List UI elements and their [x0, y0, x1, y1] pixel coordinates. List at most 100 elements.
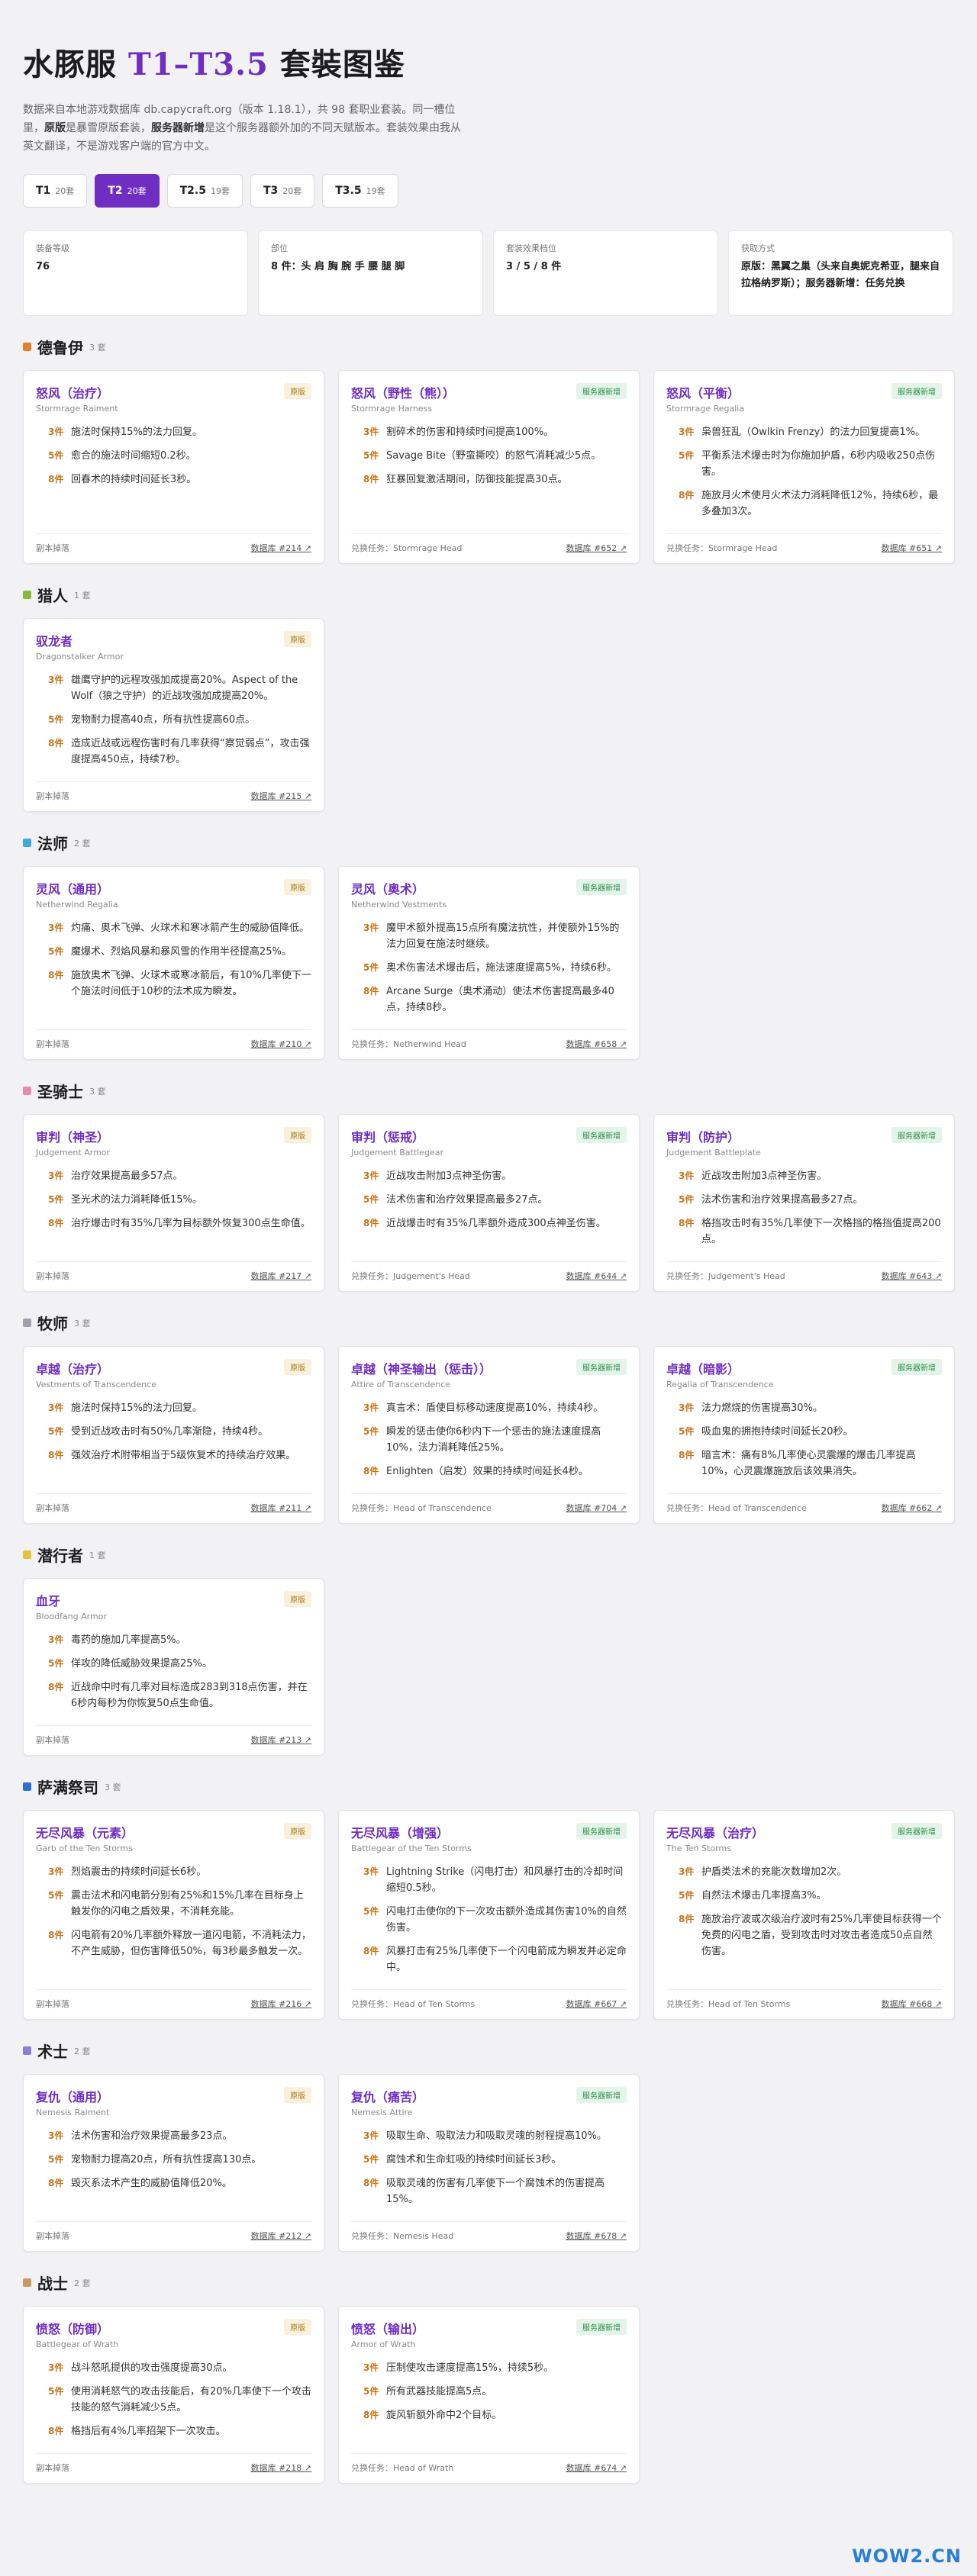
- card-title-block: 卓越（暗影） Regalia of Transcendence: [666, 1359, 773, 1389]
- bonus-row: 8件 格挡攻击时有35%几率使下一次格挡的格挡值提高200点。: [679, 1216, 942, 1248]
- database-link[interactable]: 数据库 #674 ↗: [566, 2462, 627, 2474]
- source-badge: 原版: [284, 1823, 311, 1839]
- bonus-text: 治疗爆击时有35%几率为目标额外恢复300点生命值。: [71, 1218, 311, 1229]
- acquire-source: 副本掉落: [36, 1503, 69, 1513]
- card-header: 愤怒（防御） Battlegear of Wrath 原版: [36, 2319, 311, 2349]
- bonus-pieces: 5件: [48, 450, 64, 461]
- bonus-pieces: 3件: [679, 427, 695, 437]
- bonus-pieces: 5件: [679, 1194, 695, 1205]
- tab-t2-5[interactable]: T2.5 19套: [166, 174, 243, 208]
- tab-t3[interactable]: T3 20套: [250, 174, 315, 208]
- set-name: 卓越（神圣输出（惩击））: [351, 1362, 492, 1377]
- set-grid: 无尽风暴（元素） Garb of the Ten Storms 原版 3件 烈焰震击的持…: [23, 1810, 955, 2020]
- bonus-text: 施法时保持15%的法力回复。: [71, 1402, 202, 1414]
- database-link[interactable]: 数据库 #667 ↗: [566, 1998, 627, 2010]
- set-grid: 怒风（治疗） Stormrage Raiment 原版 3件 施法时保持15%的法力回复…: [23, 370, 955, 564]
- acquire-source: 副本掉落: [36, 543, 69, 553]
- bonus-row: 3件 护盾类法术的充能次数增加2次。: [679, 1864, 942, 1880]
- database-link[interactable]: 数据库 #652 ↗: [566, 542, 627, 554]
- bonus-row: 3件 压制使攻击速度提高15%，持续5秒。: [363, 2360, 627, 2376]
- bonus-row: 8件 狂暴回复激活期间，防御技能提高30点。: [363, 472, 627, 488]
- bonus-pieces: 3件: [48, 2362, 64, 2373]
- database-link[interactable]: 数据库 #678 ↗: [566, 2230, 627, 2242]
- bonus-row: 5件 闪电打击使你的下一次攻击额外造成其伤害10%的自然伤害。: [363, 1904, 627, 1936]
- tab-t1[interactable]: T1 20套: [23, 174, 88, 208]
- class-name: 德鲁伊: [37, 339, 83, 357]
- card-title-block: 愤怒（防御） Battlegear of Wrath: [36, 2319, 118, 2349]
- bonus-row: 5件 Savage Bite（野蛮撕咬）的怒气消耗减少5点。: [363, 448, 627, 464]
- set-name: 无尽风暴（增强）: [351, 1826, 450, 1840]
- database-link[interactable]: 数据库 #644 ↗: [566, 1270, 627, 1282]
- database-link[interactable]: 数据库 #668 ↗: [882, 1998, 942, 2010]
- tab-name: T2.5: [179, 185, 206, 197]
- source-badge: 服务器新增: [576, 1127, 627, 1143]
- bonus-text: 闪电打击使你的下一次攻击额外造成其伤害10%的自然伤害。: [386, 1906, 627, 1934]
- bonus-pieces: 8件: [363, 1218, 379, 1228]
- set-name: 灵风（通用）: [36, 882, 110, 897]
- source-badge: 服务器新增: [576, 2319, 627, 2335]
- database-link[interactable]: 数据库 #217 ↗: [251, 1270, 311, 1282]
- database-link[interactable]: 数据库 #212 ↗: [251, 2230, 311, 2242]
- database-link[interactable]: 数据库 #662 ↗: [882, 1502, 942, 1514]
- tab-count: 19套: [210, 186, 230, 196]
- database-link[interactable]: 数据库 #651 ↗: [882, 542, 942, 554]
- bonus-text: 风暴打击有25%几率使下一个闪电箭成为瞬发并必定命中。: [386, 1946, 627, 1973]
- bonus-text: 施放奥术飞弹、火球术或寒冰箭后，有10%几率使下一个施法时间低于10秒的法术成为…: [71, 970, 311, 997]
- bonus-pieces: 5件: [363, 1194, 379, 1205]
- database-link[interactable]: 数据库 #643 ↗: [882, 1270, 942, 1282]
- tab-t3-5[interactable]: T3.5 19套: [322, 174, 398, 208]
- set-grid: 审判（神圣） Judgement Armor 原版 3件 治疗效果提高最多57点。 5件圣…: [23, 1114, 955, 1292]
- bonus-pieces: 5件: [48, 1194, 64, 1205]
- card-title-block: 卓越（治疗） Vestments of Transcendence: [36, 1359, 156, 1389]
- card-title-block: 卓越（神圣输出（惩击）） Attire of Transcendence: [351, 1359, 492, 1389]
- acquire-source: 兑换任务：Head of Ten Storms: [666, 1999, 791, 2009]
- source-badge: 服务器新增: [892, 1127, 942, 1143]
- set-english-name: Bloodfang Armor: [36, 1612, 107, 1621]
- bonus-row: 8件 毁灭系法术产生的威胁值降低20%。: [48, 2175, 311, 2191]
- bonus-row: 5件 使用消耗怒气的攻击技能后，有20%几率使下一个攻击技能的怒气消耗减少5点。: [48, 2384, 311, 2416]
- class-section: 潜行者 1 套血牙 Bloodfang Armor 原版 3件 毒药的施加几率提高5%。 5…: [23, 1544, 954, 1756]
- set-card: 审判（神圣） Judgement Armor 原版 3件 治疗效果提高最多57点。 5件圣…: [23, 1114, 324, 1292]
- set-card: 愤怒（输出） Armor of Wrath 服务器新增 3件 压制使攻击速度提高15%，…: [338, 2306, 640, 2484]
- bonus-text: Arcane Surge（奥术涌动）使法术伤害提高最多40点，持续8秒。: [386, 986, 614, 1013]
- bonus-text: 雄鹰守护的远程攻强加成提高20%。Aspect of the Wolf（狼之守护…: [71, 675, 298, 702]
- source-badge: 原版: [284, 631, 311, 647]
- card-header: 无尽风暴（增强） Battlegear of the Ten Storms 服务器新…: [351, 1823, 627, 1853]
- card-footer: 副本掉落 数据库 #213 ↗: [36, 1725, 311, 1746]
- card-header: 怒风（治疗） Stormrage Raiment 原版: [36, 383, 311, 414]
- set-english-name: Battlegear of Wrath: [36, 2339, 119, 2349]
- database-link[interactable]: 数据库 #215 ↗: [251, 790, 311, 802]
- bonus-pieces: 8件: [363, 474, 379, 485]
- bonus-row: 3件 Lightning Strike（闪电打击）和风暴打击的冷却时间缩短0.5秒…: [363, 1864, 627, 1896]
- tab-t2[interactable]: T2 20套: [95, 174, 160, 208]
- bonus-pieces: 8件: [48, 1218, 64, 1228]
- set-name: 无尽风暴（元素）: [36, 1826, 134, 1840]
- bonus-text: 自然法术爆击几率提高3%。: [701, 1890, 827, 1901]
- card-footer: 兑换任务：Nemesis Head 数据库 #678 ↗: [351, 2221, 627, 2242]
- set-name: 灵风（奥术）: [351, 882, 425, 897]
- bonus-pieces: 8件: [679, 490, 695, 501]
- class-set-count: 1 套: [89, 1550, 106, 1560]
- bonus-pieces: 5件: [363, 2386, 379, 2397]
- card-footer: 副本掉落 数据库 #217 ↗: [36, 1261, 311, 1282]
- database-link[interactable]: 数据库 #213 ↗: [251, 1734, 311, 1746]
- acquire-source: 副本掉落: [36, 1999, 69, 2009]
- bonus-list: 3件 近战攻击附加3点神圣伤害。 5件 法术伤害和治疗效果提高最多27点。 8件 近战爆击…: [351, 1168, 627, 1255]
- watermark-logo: WOW2.CN: [852, 2545, 962, 2567]
- source-badge: 服务器新增: [576, 2087, 627, 2103]
- bonus-text: 法术伤害和治疗效果提高最多27点。: [386, 1194, 548, 1206]
- bonus-text: 魔甲术额外提高15点所有魔法抗性，并使额外15%的法力回复在施法时继续。: [386, 923, 620, 950]
- bonus-text: 魔爆术、烈焰风暴和暴风雪的作用半径提高25%。: [71, 946, 292, 958]
- database-link[interactable]: 数据库 #704 ↗: [566, 1502, 627, 1514]
- database-link[interactable]: 数据库 #211 ↗: [251, 1502, 311, 1514]
- database-link[interactable]: 数据库 #210 ↗: [251, 1038, 311, 1050]
- card-footer: 兑换任务：Head of Ten Storms 数据库 #667 ↗: [351, 1989, 627, 2010]
- database-link[interactable]: 数据库 #658 ↗: [566, 1038, 627, 1050]
- bonus-text: 近战爆击时有35%几率额外造成300点神圣伤害。: [386, 1218, 606, 1229]
- database-link[interactable]: 数据库 #216 ↗: [251, 1998, 311, 2010]
- database-link[interactable]: 数据库 #214 ↗: [251, 542, 311, 554]
- database-link[interactable]: 数据库 #218 ↗: [251, 2462, 311, 2474]
- acquire-source: 副本掉落: [36, 1271, 69, 1281]
- card-header: 怒风（野性（熊）） Stormrage Harness 服务器新增: [351, 383, 627, 414]
- bonus-pieces: 3件: [48, 923, 64, 933]
